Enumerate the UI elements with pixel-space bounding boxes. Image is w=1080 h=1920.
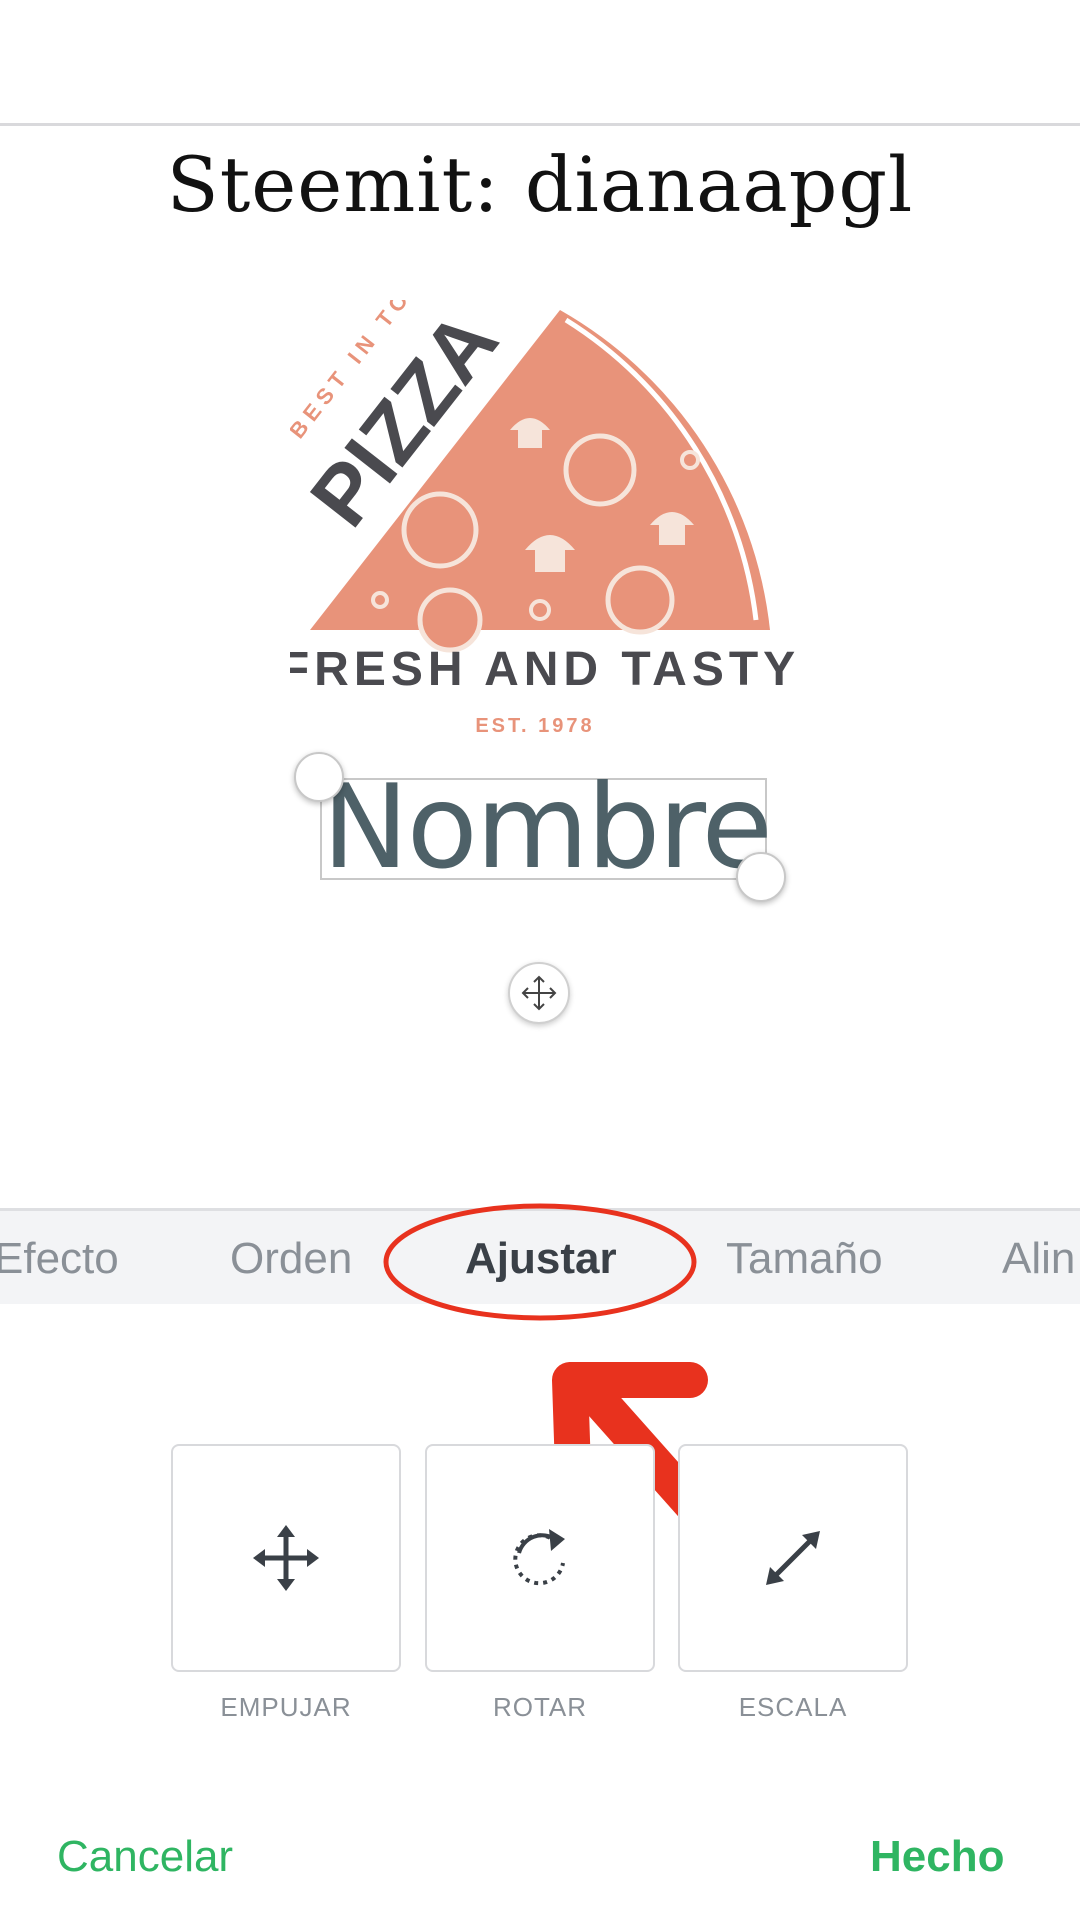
annotation-ellipse: [383, 1203, 697, 1321]
logo-est: EST. 1978: [475, 715, 594, 737]
escala-label: ESCALA: [738, 1692, 848, 1722]
scale-diagonal-icon: [766, 1531, 820, 1585]
pizza-slice-icon: PIZZA BEST IN TOWN FRESH AND TASTY EST. …: [290, 300, 800, 737]
selected-text-nombre[interactable]: Nombre: [322, 770, 773, 886]
move-handle[interactable]: [508, 962, 570, 1024]
pizza-logo[interactable]: PIZZA BEST IN TOWN FRESH AND TASTY EST. …: [290, 300, 800, 750]
rotate-icon: [513, 1529, 565, 1586]
header-title[interactable]: Steemit: dianaapgl: [0, 140, 1080, 229]
rotar-button[interactable]: [425, 1444, 655, 1672]
empujar-button[interactable]: [171, 1444, 401, 1672]
done-button[interactable]: Hecho: [870, 1832, 1004, 1882]
move-arrows-icon: [521, 975, 557, 1011]
escala-button[interactable]: [678, 1444, 908, 1672]
resize-handle-bottom-right[interactable]: [736, 852, 786, 902]
move-arrows-icon: [253, 1525, 319, 1591]
logo-subtitle: FRESH AND TASTY: [290, 643, 800, 696]
rotar-label: ROTAR: [492, 1692, 588, 1722]
tab-alin[interactable]: Alin: [1002, 1211, 1075, 1307]
cancel-button[interactable]: Cancelar: [57, 1832, 233, 1882]
tab-efecto[interactable]: Efecto: [0, 1211, 119, 1307]
resize-handle-top-left[interactable]: [294, 752, 344, 802]
empujar-label: EMPUJAR: [220, 1692, 352, 1722]
tab-tamano[interactable]: Tamaño: [726, 1211, 883, 1307]
tab-orden[interactable]: Orden: [230, 1211, 352, 1307]
